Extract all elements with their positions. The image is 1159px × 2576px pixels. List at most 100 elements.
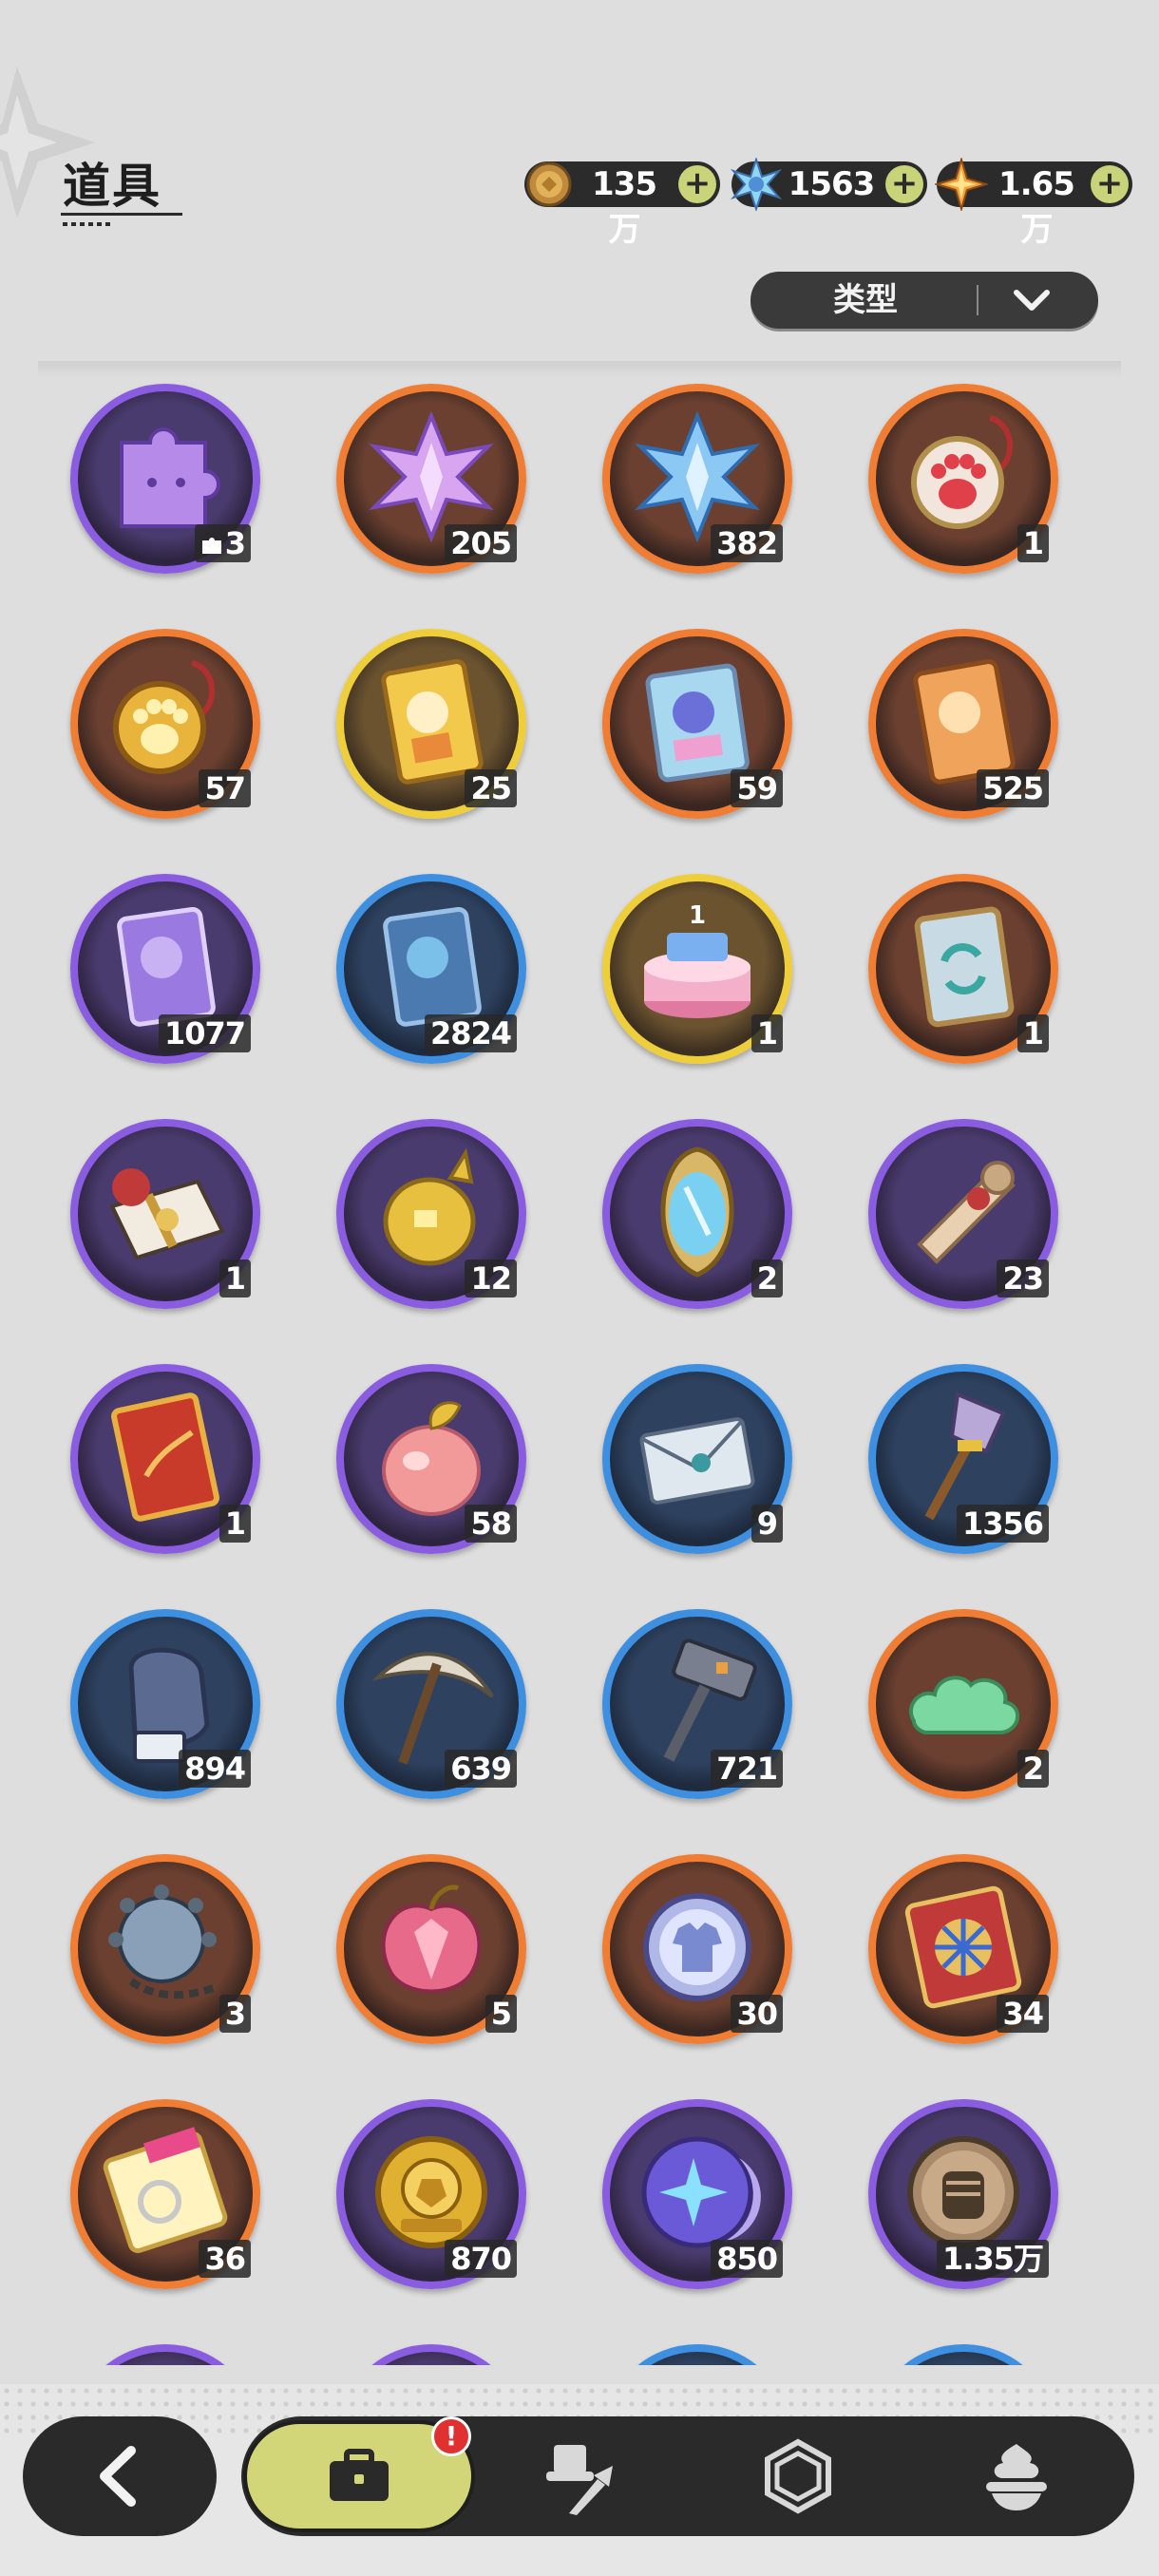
puzzle-mini-icon (200, 526, 223, 554)
gift-box-item[interactable]: 1 (70, 1119, 260, 1309)
partial-item-slot[interactable] (602, 2344, 792, 2365)
spiked-ball-item[interactable]: 3 (70, 1854, 260, 2044)
gold-card-item[interactable]: 25 (336, 629, 526, 819)
item-count-value: 25 (470, 770, 512, 806)
purple-cat-puzzle-item[interactable]: 3 (70, 384, 260, 574)
item-count-value: 205 (450, 525, 512, 561)
item-count: 59 (731, 769, 783, 807)
chevron-down-icon (1014, 290, 1050, 311)
wheel-ticket-item[interactable]: 34 (868, 1854, 1058, 2044)
gold-paw-charm-item[interactable]: 57 (70, 629, 260, 819)
add-star-button[interactable]: + (1091, 165, 1129, 203)
glove-item[interactable]: 894 (70, 1609, 260, 1799)
peach-item[interactable]: 58 (336, 1364, 526, 1554)
item-count: 894 (179, 1750, 251, 1788)
briefcase-icon (330, 2449, 389, 2501)
blue-card-item[interactable]: 2824 (336, 874, 526, 1064)
currency-star-value: 1.65万 (998, 165, 1075, 249)
shirt-token-item[interactable]: 30 (602, 1854, 792, 2044)
cake-icon: 1 (625, 895, 770, 1039)
star-moon-orb-item[interactable]: 850 (602, 2099, 792, 2289)
item-count-value: 525 (982, 770, 1044, 806)
scroll-item[interactable]: 23 (868, 1119, 1058, 1309)
rarity-ring (70, 2344, 260, 2365)
item-count-value: 721 (716, 1751, 778, 1787)
birthday-cake-item[interactable]: 11 (602, 874, 792, 1064)
title-underline (61, 213, 182, 216)
item-count: 2824 (424, 1014, 517, 1052)
title-dots (63, 222, 114, 226)
item-count-value: 58 (470, 1506, 512, 1542)
letter-item[interactable]: 9 (602, 1364, 792, 1554)
item-count: 1077 (158, 1014, 251, 1052)
currency-gold: 135万 + (524, 161, 720, 249)
orange-star-icon (935, 158, 988, 211)
gold-coin-icon (526, 161, 572, 207)
item-count: 1 (218, 1260, 251, 1297)
gift-icon (93, 1140, 238, 1284)
item-count: 1356 (956, 1505, 1049, 1543)
item-count-value: 894 (184, 1751, 246, 1787)
hammer-item[interactable]: 721 (602, 1609, 792, 1799)
item-count: 525 (977, 769, 1049, 807)
currency-gold-value: 135万 (592, 165, 657, 249)
item-count: 58 (465, 1505, 517, 1543)
filter-separator (977, 285, 978, 315)
item-count-value: 1 (756, 1015, 778, 1051)
orange-card-item[interactable]: 525 (868, 629, 1058, 819)
jade-cloud-item[interactable]: 2 (868, 1609, 1058, 1799)
shovel-item[interactable]: 1356 (868, 1364, 1058, 1554)
item-count: 25 (465, 769, 517, 807)
holo-card-item[interactable]: 59 (602, 629, 792, 819)
item-count-value: 382 (716, 525, 778, 561)
item-count: 205 (445, 524, 517, 562)
rarity-ring (602, 2344, 792, 2365)
item-count-value: 3 (224, 1996, 246, 2032)
book-icon (93, 1385, 238, 1529)
item-count-value: 2 (1022, 1751, 1044, 1787)
gold-soccer-coin-item[interactable]: 870 (336, 2099, 526, 2289)
purple-star-crystal-item[interactable]: 205 (336, 384, 526, 574)
item-count-value: 1356 (961, 1506, 1044, 1542)
item-count: 1.35万 (937, 2240, 1049, 2278)
golden-egg-item[interactable]: 12 (336, 1119, 526, 1309)
mirror-icon (625, 1140, 770, 1284)
partial-item-slot[interactable] (70, 2344, 260, 2365)
purple-card-item[interactable]: 1077 (70, 874, 260, 1064)
item-grid: 3 205 382 1 57 25 59 525 1077 2824 1 1 1 1 12 2 23 1 58 9 13… (19, 361, 1140, 2365)
fist-coin-item[interactable]: 1.35万 (868, 2099, 1058, 2289)
crystal-star-icon (730, 158, 783, 211)
item-count-value: 2824 (429, 1015, 512, 1051)
red-paw-charm-item[interactable]: 1 (868, 384, 1058, 574)
add-gold-button[interactable]: + (678, 165, 716, 203)
rainbow-ticket-item[interactable]: 36 (70, 2099, 260, 2289)
type-filter-dropdown[interactable]: 类型 (750, 272, 1098, 329)
item-count: 5 (484, 1995, 517, 2033)
red-paw-icon (891, 405, 1036, 549)
currency-crystal-value: 1563 (788, 165, 876, 203)
card-swap-item[interactable]: 1 (868, 874, 1058, 1064)
back-button[interactable] (23, 2416, 217, 2536)
crystal-apple-item[interactable]: 5 (336, 1854, 526, 2044)
partial-item-slot[interactable] (868, 2344, 1058, 2365)
blue-star-crystal-item[interactable]: 382 (602, 384, 792, 574)
nav-tab-food[interactable] (931, 2416, 1102, 2536)
item-count: 639 (445, 1750, 517, 1788)
add-crystal-button[interactable]: + (885, 165, 923, 203)
item-count-value: 1.35万 (942, 2241, 1044, 2277)
partial-item-slot[interactable] (336, 2344, 526, 2365)
item-count: 1 (218, 1505, 251, 1543)
arrow-left-icon (100, 2446, 136, 2507)
item-count-value: 850 (716, 2241, 778, 2277)
red-book-item[interactable]: 1 (70, 1364, 260, 1554)
pickaxe-item[interactable]: 639 (336, 1609, 526, 1799)
nav-tab-gems[interactable] (712, 2416, 884, 2536)
item-count-value: 3 (224, 525, 246, 561)
rarity-ring (336, 2344, 526, 2365)
item-count-value: 34 (1002, 1996, 1044, 2032)
item-count-value: 5 (490, 1996, 512, 2032)
item-count-value: 36 (204, 2241, 246, 2277)
item-count: 382 (711, 524, 783, 562)
magic-mirror-item[interactable]: 2 (602, 1119, 792, 1309)
nav-tab-equipment[interactable] (494, 2416, 665, 2536)
